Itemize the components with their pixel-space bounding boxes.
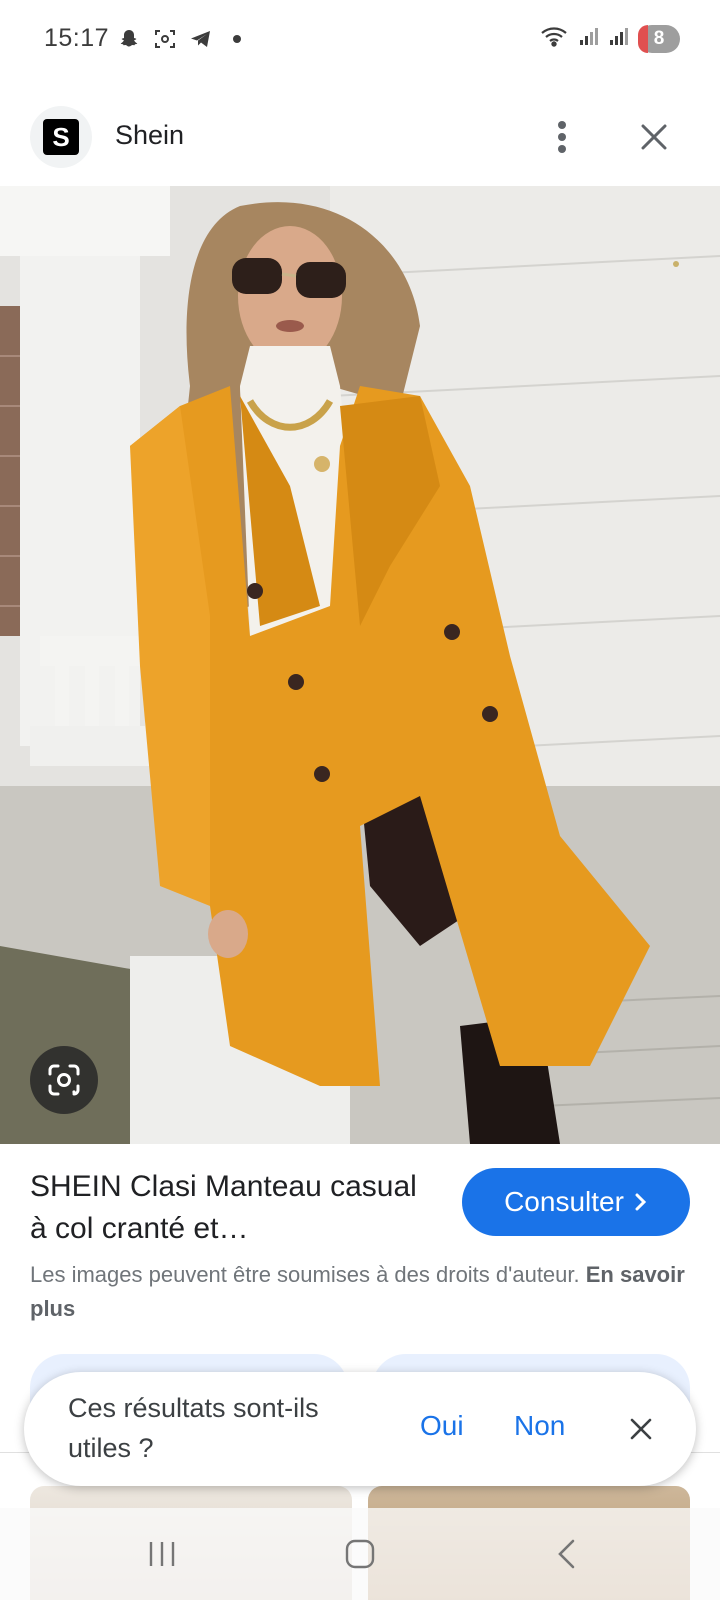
status-icons-right: 8 xyxy=(540,24,680,53)
visit-button-label: Consulter xyxy=(504,1186,624,1217)
site-name[interactable]: Shein xyxy=(115,120,184,151)
close-icon xyxy=(641,124,667,150)
feedback-yes-button[interactable]: Oui xyxy=(420,1410,464,1442)
wifi-icon xyxy=(540,24,570,53)
back-icon xyxy=(558,1539,575,1569)
product-photo xyxy=(0,186,720,1144)
signal-icon xyxy=(578,25,600,52)
feedback-close-button[interactable] xyxy=(616,1404,666,1454)
copyright-text: Les images peuvent être soumises à des d… xyxy=(30,1262,580,1287)
feedback-question: Ces résultats sont-ils utiles ? xyxy=(68,1393,319,1463)
snapchat-icon xyxy=(116,26,142,52)
back-button[interactable] xyxy=(546,1534,586,1574)
copyright-notice: Les images peuvent être soumises à des d… xyxy=(30,1258,690,1326)
battery-indicator: 8 xyxy=(638,24,680,53)
product-title[interactable]: SHEIN Clasi Manteau casual à col cranté … xyxy=(30,1166,430,1250)
source-header: S Shein xyxy=(0,100,720,180)
status-bar: 15:17 8 xyxy=(0,0,720,82)
feedback-popup: Ces résultats sont-ils utiles ? Oui Non xyxy=(24,1372,696,1486)
close-icon xyxy=(630,1418,652,1440)
more-vert-icon xyxy=(558,121,566,153)
screen: 15:17 8 S Shein SHEIN Clasi Manteau casu… xyxy=(0,0,720,1600)
visit-button[interactable]: Consulter xyxy=(462,1168,690,1236)
system-nav-bar xyxy=(0,1508,720,1600)
chevron-right-icon xyxy=(635,1193,647,1211)
more-options-button[interactable] xyxy=(540,112,584,162)
status-time: 15:17 xyxy=(44,24,110,52)
lens-icon xyxy=(48,1064,80,1096)
dot-icon xyxy=(224,26,250,52)
status-icons-left xyxy=(116,26,250,52)
google-lens-button[interactable] xyxy=(30,1046,98,1114)
recent-apps-button[interactable] xyxy=(142,1536,182,1572)
recent-apps-icon xyxy=(149,1542,175,1566)
site-logo: S xyxy=(43,119,79,155)
home-button[interactable] xyxy=(340,1534,380,1574)
close-button[interactable] xyxy=(630,112,678,162)
home-icon xyxy=(345,1539,375,1569)
telegram-icon xyxy=(188,26,214,52)
signal-icon xyxy=(608,25,630,52)
feedback-no-button[interactable]: Non xyxy=(514,1410,565,1442)
screenshot-icon xyxy=(152,26,178,52)
site-logo-button[interactable]: S xyxy=(30,106,92,168)
product-image[interactable] xyxy=(0,186,720,1144)
